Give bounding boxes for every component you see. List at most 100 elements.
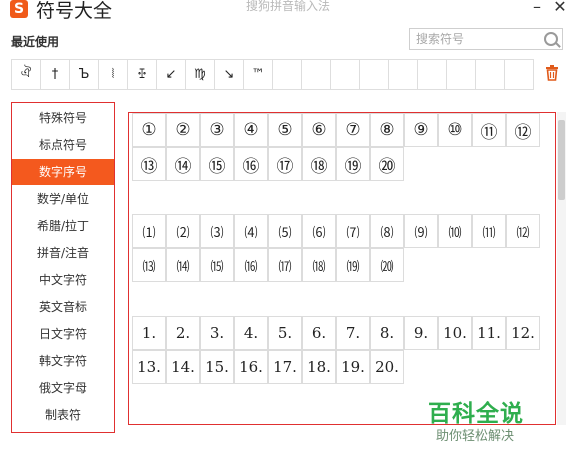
close-icon[interactable]: ✕ — [550, 0, 570, 16]
symbol-cell[interactable]: ⑶ — [200, 214, 234, 248]
category-item[interactable]: 中文字符 — [12, 267, 114, 293]
recent-symbol-cell[interactable]: ⦚ — [98, 59, 128, 90]
symbol-cell[interactable]: ⑸ — [268, 214, 302, 248]
recent-symbol-cell[interactable]: ♍ — [185, 59, 215, 90]
category-item[interactable]: 特殊符号 — [12, 105, 114, 131]
symbol-cell[interactable]: ⒁ — [166, 248, 200, 282]
recent-symbol-cell[interactable] — [417, 59, 447, 90]
symbol-cell[interactable]: ⑭ — [166, 147, 200, 181]
symbol-cell[interactable]: 18. — [302, 350, 336, 384]
recent-symbol-cell[interactable] — [446, 59, 476, 90]
trash-icon[interactable] — [545, 65, 559, 81]
recent-symbol-cell[interactable] — [359, 59, 389, 90]
recent-symbol-cell[interactable]: ꔀ — [127, 59, 157, 90]
symbol-cell[interactable]: ⑩ — [438, 113, 472, 147]
symbol-cell[interactable]: ⑮ — [200, 147, 234, 181]
symbol-cell[interactable]: ① — [132, 113, 166, 147]
category-item[interactable]: 数学/单位 — [12, 186, 114, 212]
symbol-cell[interactable]: ⑻ — [370, 214, 404, 248]
category-item[interactable]: 希腊/拉丁 — [12, 213, 114, 239]
symbol-cell[interactable]: ⒀ — [132, 248, 166, 282]
symbol-cell[interactable]: ⑰ — [268, 147, 302, 181]
category-item[interactable]: 数字序号 — [12, 159, 114, 185]
search-input[interactable] — [416, 31, 536, 47]
scrollbar-thumb[interactable] — [558, 120, 565, 200]
symbol-cell[interactable]: 11. — [472, 316, 506, 350]
symbol-cell[interactable]: ⑥ — [302, 113, 336, 147]
category-item[interactable]: 俄文字母 — [12, 375, 114, 401]
minimize-icon[interactable]: – — [527, 0, 547, 16]
symbol-cell[interactable]: 6. — [302, 316, 336, 350]
category-item[interactable]: 拼音/注音 — [12, 240, 114, 266]
symbol-cell[interactable]: ⑳ — [370, 147, 404, 181]
recent-symbol-cell[interactable]: ↘ — [214, 59, 244, 90]
symbol-cell[interactable]: ⑺ — [336, 214, 370, 248]
symbol-cell[interactable]: ⒃ — [234, 248, 268, 282]
symbol-cell[interactable]: 5. — [268, 316, 302, 350]
symbol-cell[interactable]: ⑪ — [472, 113, 506, 147]
search-box[interactable] — [409, 28, 563, 50]
symbol-cell[interactable]: ⑵ — [166, 214, 200, 248]
symbol-cell[interactable]: ⑼ — [404, 214, 438, 248]
recent-symbol-cell[interactable]: Ъ — [69, 59, 99, 90]
symbol-cell[interactable]: 12. — [506, 316, 540, 350]
symbol-cell[interactable]: ⑿ — [506, 214, 540, 248]
symbol-cell[interactable]: 14. — [166, 350, 200, 384]
recent-symbol-cell[interactable]: ঐ — [11, 59, 41, 90]
symbol-cell[interactable]: 13. — [132, 350, 166, 384]
symbol-cell[interactable]: ⑲ — [336, 147, 370, 181]
recent-symbol-cell[interactable]: ↙ — [156, 59, 186, 90]
recent-symbol-cell[interactable] — [475, 59, 505, 90]
recent-symbol-cell[interactable] — [504, 59, 534, 90]
symbol-cell[interactable]: ⑽ — [438, 214, 472, 248]
symbol-cell[interactable]: 17. — [268, 350, 302, 384]
symbol-cell[interactable]: ⑨ — [404, 113, 438, 147]
symbol-cell[interactable]: ⑫ — [506, 113, 540, 147]
symbol-cell[interactable]: 20. — [370, 350, 404, 384]
recent-symbol-cell[interactable] — [330, 59, 360, 90]
symbol-cell[interactable]: 16. — [234, 350, 268, 384]
search-icon[interactable] — [544, 32, 558, 46]
symbol-cell[interactable]: 2. — [166, 316, 200, 350]
category-item[interactable]: 韩文字符 — [12, 348, 114, 374]
symbol-cell[interactable]: 8. — [370, 316, 404, 350]
symbol-cell[interactable]: 9. — [404, 316, 438, 350]
symbol-cell[interactable]: ② — [166, 113, 200, 147]
symbol-cell[interactable]: ⒆ — [336, 248, 370, 282]
symbol-cell[interactable]: 3. — [200, 316, 234, 350]
symbol-cell[interactable]: ⑱ — [302, 147, 336, 181]
category-item[interactable]: 英文音标 — [12, 294, 114, 320]
symbol-cell[interactable]: ③ — [200, 113, 234, 147]
symbol-cell[interactable]: ⑾ — [472, 214, 506, 248]
symbol-cell[interactable]: ⒂ — [200, 248, 234, 282]
recent-symbol-cell[interactable] — [272, 59, 302, 90]
watermark-subtitle: 助你轻松解决 — [436, 429, 515, 444]
symbol-cell[interactable]: ⑯ — [234, 147, 268, 181]
symbol-cell[interactable]: ④ — [234, 113, 268, 147]
symbol-cell[interactable]: 10. — [438, 316, 472, 350]
recent-symbol-cell[interactable]: † — [40, 59, 70, 90]
recent-symbol-cell[interactable]: ™ — [243, 59, 273, 90]
symbol-cell[interactable]: ⑤ — [268, 113, 302, 147]
symbol-cell[interactable]: ⑧ — [370, 113, 404, 147]
symbol-cell[interactable]: ⒅ — [302, 248, 336, 282]
symbol-cell[interactable]: ⑹ — [302, 214, 336, 248]
recent-symbol-cell[interactable] — [388, 59, 418, 90]
category-item[interactable]: 制表符 — [12, 402, 114, 428]
symbol-cell[interactable]: ⑷ — [234, 214, 268, 248]
symbol-window: S 符号大全 搜狗拼音输入法 – ✕ 最近使用 ঐ†Ъ⦚ꔀ↙♍↘™ 特殊符号标点… — [0, 0, 580, 474]
symbol-cell[interactable]: 19. — [336, 350, 370, 384]
symbol-cell[interactable]: 15. — [200, 350, 234, 384]
symbol-cell[interactable]: ⑬ — [132, 147, 166, 181]
symbol-cell[interactable]: 7. — [336, 316, 370, 350]
symbol-cell[interactable]: 1. — [132, 316, 166, 350]
symbol-cell[interactable]: ⑦ — [336, 113, 370, 147]
symbol-cell[interactable]: ⒇ — [370, 248, 404, 282]
category-item[interactable]: 标点符号 — [12, 132, 114, 158]
symbol-cell[interactable]: 4. — [234, 316, 268, 350]
symbol-cell[interactable]: ⑴ — [132, 214, 166, 248]
recent-symbol-cell[interactable] — [301, 59, 331, 90]
category-item[interactable]: 日文字符 — [12, 321, 114, 347]
symbol-cell[interactable]: ⒄ — [268, 248, 302, 282]
window-title: 符号大全 — [36, 0, 113, 22]
